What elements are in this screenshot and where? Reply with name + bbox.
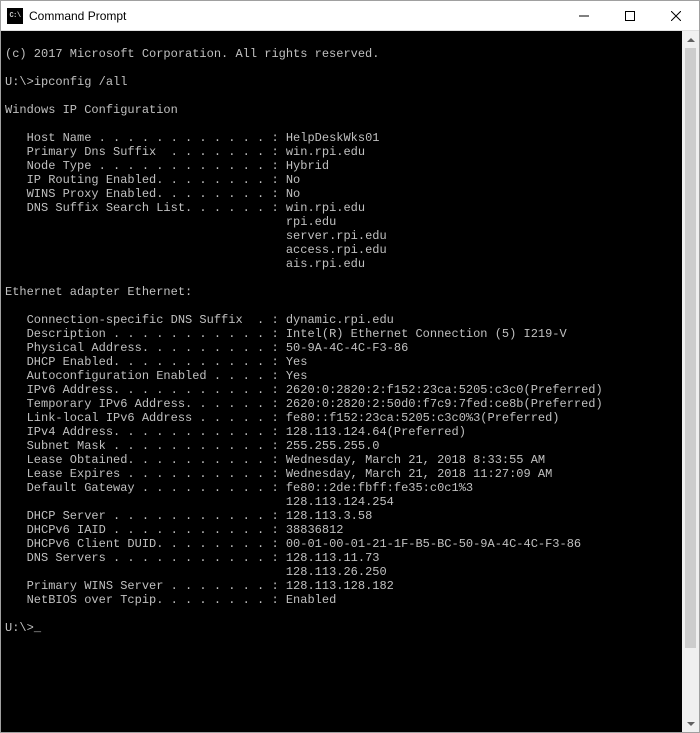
field-value: 255.255.255.0 [286,439,380,453]
field-label: Node Type . . . . . . . . . . . . : [5,159,286,173]
field-label: DHCP Enabled. . . . . . . . . . . : [5,355,286,369]
field-label: IPv4 Address. . . . . . . . . . . : [5,425,286,439]
field-label: Primary Dns Suffix . . . . . . . : [5,145,286,159]
field-value: 128.113.26.250 [286,565,387,579]
field-value: fe80::2de:fbff:fe35:c0c1%3 [286,481,473,495]
console-output[interactable]: (c) 2017 Microsoft Corporation. All righ… [1,31,682,732]
field-label: Link-local IPv6 Address . . . . . : [5,411,286,425]
titlebar[interactable]: C:\ Command Prompt [1,1,699,31]
field-label: Lease Obtained. . . . . . . . . . : [5,453,286,467]
field-value: dynamic.rpi.edu [286,313,394,327]
field-value: Wednesday, March 21, 2018 11:27:09 AM [286,467,552,481]
close-button[interactable] [653,1,699,30]
field-value: 38836812 [286,523,344,537]
field-value: 128.113.11.73 [286,551,380,565]
field-value: 2620:0:2820:2:50d0:f7c9:7fed:ce8b(Prefer… [286,397,603,411]
field-label: Description . . . . . . . . . . . : [5,327,286,341]
field-value: 2620:0:2820:2:f152:23ca:5205:c3c0(Prefer… [286,383,603,397]
section-header: Windows IP Configuration [5,103,178,117]
field-label: NetBIOS over Tcpip. . . . . . . . : [5,593,286,607]
field-value: Yes [286,369,308,383]
field-value: win.rpi.edu [286,145,365,159]
field-label: Autoconfiguration Enabled . . . . : [5,369,286,383]
field-indent [5,215,286,229]
field-value: HelpDeskWks01 [286,131,380,145]
field-value: fe80::f152:23ca:5205:c3c0%3(Preferred) [286,411,560,425]
field-value: Enabled [286,593,336,607]
field-label: DNS Servers . . . . . . . . . . . : [5,551,286,565]
app-icon: C:\ [7,8,23,24]
field-label: IPv6 Address. . . . . . . . . . . : [5,383,286,397]
field-value: No [286,187,300,201]
field-label: DHCPv6 IAID . . . . . . . . . . . : [5,523,286,537]
maximize-button[interactable] [607,1,653,30]
prompt: U:\> [5,75,34,89]
field-indent [5,243,286,257]
console-area: (c) 2017 Microsoft Corporation. All righ… [1,31,699,732]
window-controls [561,1,699,30]
field-indent [5,229,286,243]
field-value: 128.113.124.64(Preferred) [286,425,466,439]
field-value: rpi.edu [286,215,336,229]
field-indent [5,257,286,271]
field-value: 50-9A-4C-4C-F3-86 [286,341,408,355]
field-label: DNS Suffix Search List. . . . . . : [5,201,286,215]
field-indent [5,495,286,509]
field-label: WINS Proxy Enabled. . . . . . . . : [5,187,286,201]
field-label: Subnet Mask . . . . . . . . . . . : [5,439,286,453]
field-value: win.rpi.edu [286,201,365,215]
copyright-line: (c) 2017 Microsoft Corporation. All righ… [5,47,379,61]
vertical-scrollbar[interactable] [682,31,699,732]
window-title: Command Prompt [29,9,561,23]
field-value: Hybrid [286,159,329,173]
cursor[interactable]: _ [34,621,41,635]
field-label: Lease Expires . . . . . . . . . . : [5,467,286,481]
scroll-down-arrow-icon[interactable] [682,715,699,732]
field-label: DHCP Server . . . . . . . . . . . : [5,509,286,523]
command-text: ipconfig /all [34,75,128,89]
field-value: No [286,173,300,187]
field-value: Yes [286,355,308,369]
field-label: Host Name . . . . . . . . . . . . : [5,131,286,145]
field-value: Intel(R) Ethernet Connection (5) I219-V [286,327,567,341]
field-value: 00-01-00-01-21-1F-B5-BC-50-9A-4C-4C-F3-8… [286,537,581,551]
field-label: Connection-specific DNS Suffix . : [5,313,286,327]
scroll-track[interactable] [682,48,699,715]
scroll-up-arrow-icon[interactable] [682,31,699,48]
minimize-button[interactable] [561,1,607,30]
field-label: IP Routing Enabled. . . . . . . . : [5,173,286,187]
field-value: server.rpi.edu [286,229,387,243]
field-value: access.rpi.edu [286,243,387,257]
field-value: 128.113.124.254 [286,495,394,509]
prompt: U:\> [5,621,34,635]
field-value: 128.113.128.182 [286,579,394,593]
field-label: Primary WINS Server . . . . . . . : [5,579,286,593]
field-label: Temporary IPv6 Address. . . . . . : [5,397,286,411]
field-label: DHCPv6 Client DUID. . . . . . . . : [5,537,286,551]
scroll-thumb[interactable] [685,48,696,648]
field-value: 128.113.3.58 [286,509,372,523]
command-prompt-window: C:\ Command Prompt (c) 2017 Microsoft Co… [0,0,700,733]
field-value: ais.rpi.edu [286,257,365,271]
field-value: Wednesday, March 21, 2018 8:33:55 AM [286,453,545,467]
field-label: Physical Address. . . . . . . . . : [5,341,286,355]
field-label: Default Gateway . . . . . . . . . : [5,481,286,495]
section-header: Ethernet adapter Ethernet: [5,285,192,299]
field-indent [5,565,286,579]
